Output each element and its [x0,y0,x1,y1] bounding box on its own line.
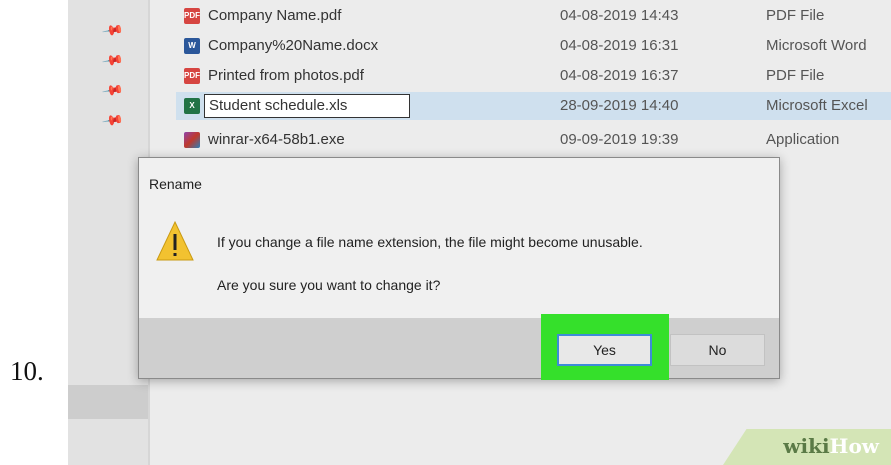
rename-dialog: Rename If you change a file name extensi… [138,157,780,380]
step-number: 10. [10,356,44,386]
file-type: Microsoft Excel [766,97,868,114]
file-name: Company%20Name.docx [208,37,379,54]
navigation-pane [68,0,148,465]
file-date: 04-08-2019 16:37 [560,67,679,84]
file-row[interactable]: PDF Printed from photos.pdf 04-08-2019 1… [176,62,891,90]
wikihow-logo: wikiHow [783,434,879,458]
file-date: 04-08-2019 16:31 [560,37,679,54]
file-name: Company Name.pdf [208,7,342,24]
excel-icon: X [184,98,200,114]
file-name: winrar-x64-58b1.exe [208,131,345,148]
dialog-title: Rename [149,176,202,192]
file-name: Printed from photos.pdf [208,67,364,84]
yes-button[interactable]: Yes [557,334,652,366]
pdf-icon: PDF [184,68,200,84]
file-date: 09-09-2019 19:39 [560,131,679,148]
file-type: Application [766,131,840,148]
dialog-question: Are you sure you want to change it? [217,277,441,293]
warning-icon [156,220,194,261]
exe-icon [184,132,200,148]
rename-input[interactable]: Student schedule.xls [204,94,410,118]
pdf-icon: PDF [184,8,200,24]
file-row[interactable]: W Company%20Name.docx 04-08-2019 16:31 M… [176,32,891,60]
file-row[interactable]: winrar-x64-58b1.exe 09-09-2019 19:39 App… [176,126,891,154]
dialog-message: If you change a file name extension, the… [217,234,643,250]
file-type: PDF File [766,7,825,24]
word-icon: W [184,38,200,54]
file-row-selected[interactable]: X Student schedule.xls 28-09-2019 14:40 … [176,92,891,120]
file-date: 28-09-2019 14:40 [560,97,679,114]
file-row[interactable]: PDF Company Name.pdf 04-08-2019 14:43 PD… [176,2,891,30]
file-type: Microsoft Word [766,37,867,54]
file-date: 04-08-2019 14:43 [560,7,679,24]
file-type: PDF File [766,67,825,84]
navigation-pane-selected-strip [68,385,148,419]
no-button[interactable]: No [670,334,765,366]
